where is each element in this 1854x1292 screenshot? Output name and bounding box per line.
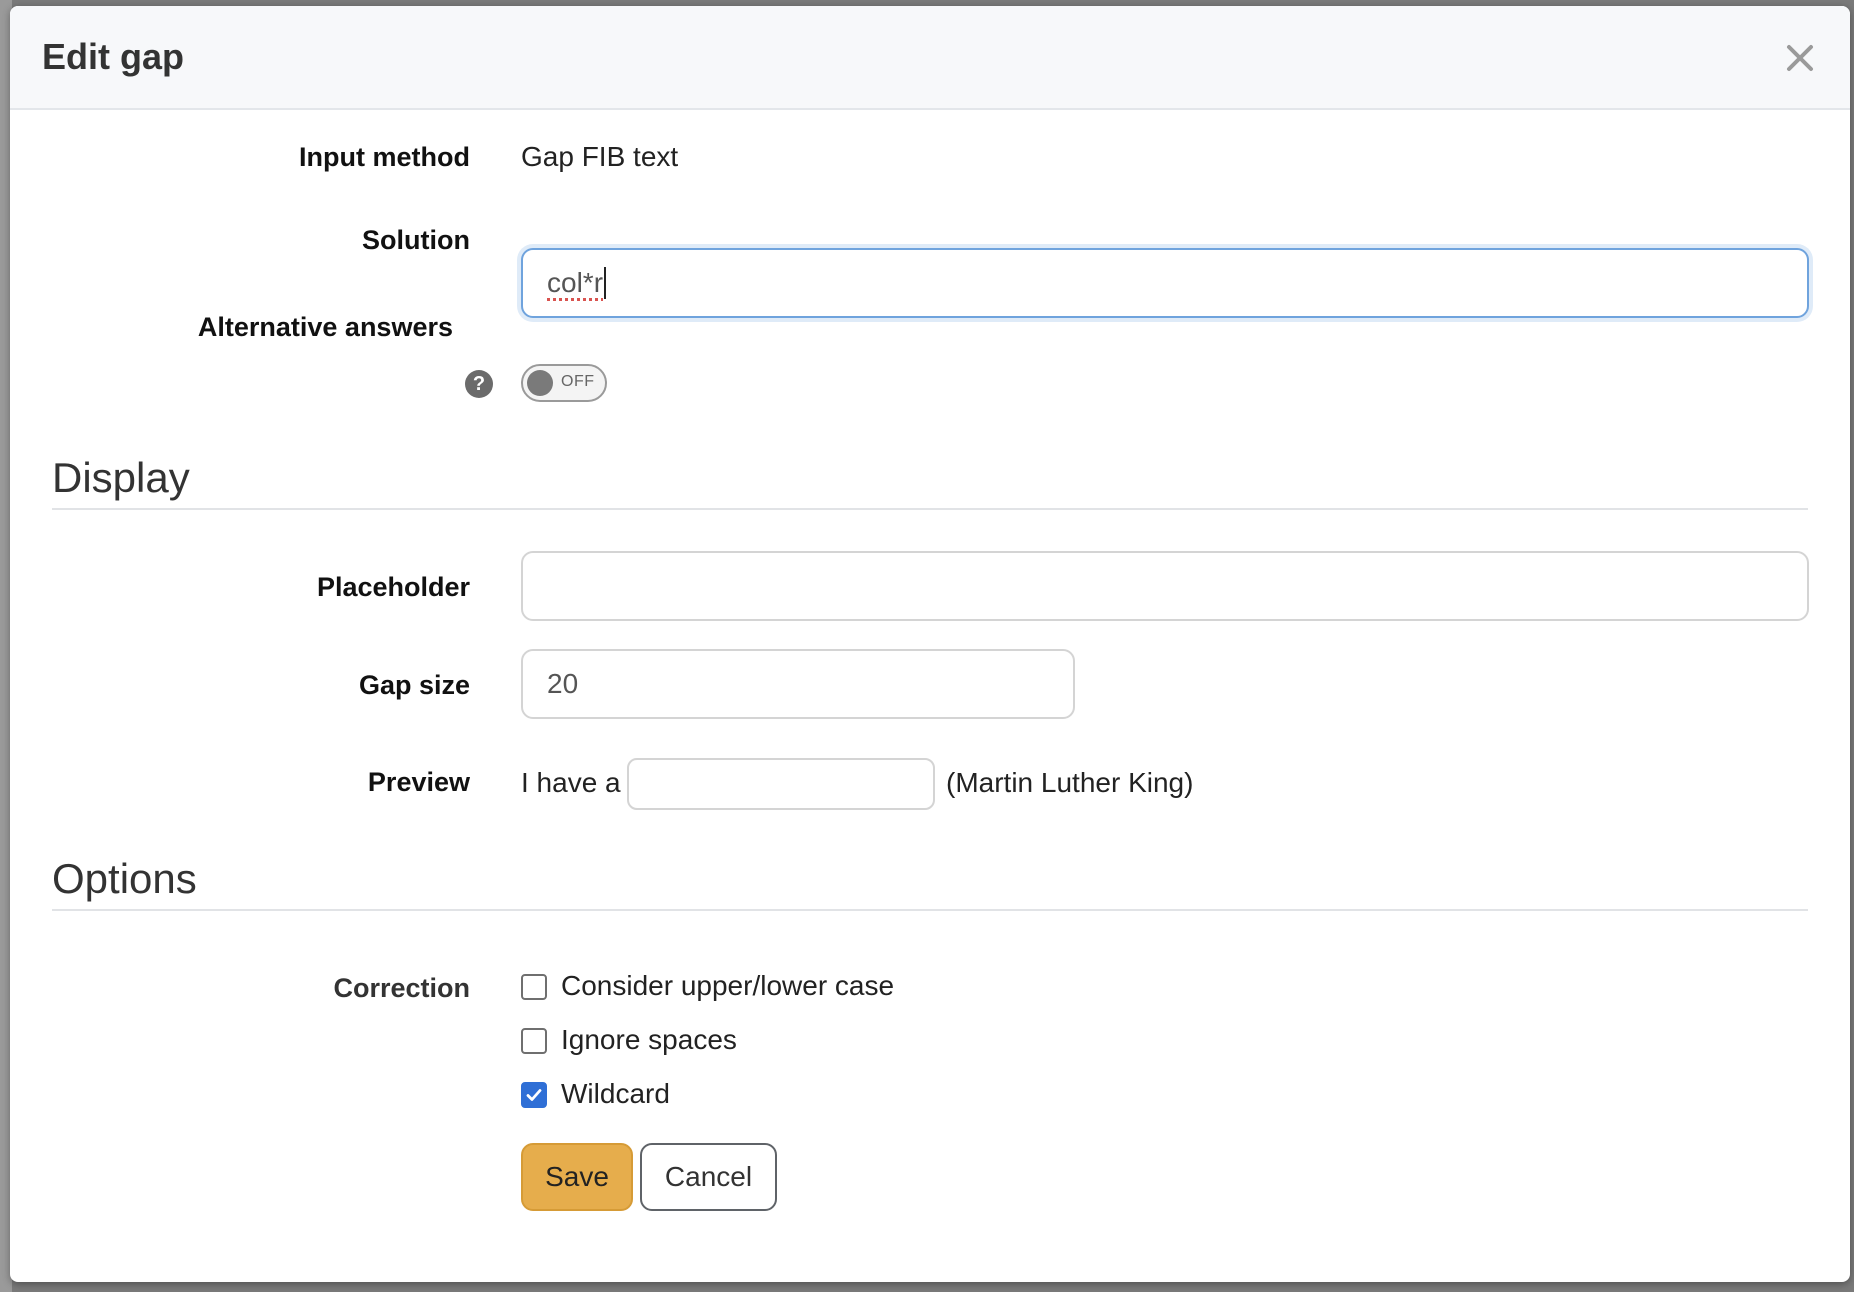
save-button[interactable]: Save: [521, 1143, 633, 1211]
toggle-knob: [527, 370, 553, 396]
close-button[interactable]: [1780, 38, 1820, 78]
checkmark-icon: [526, 1089, 542, 1101]
dialog-title: Edit gap: [42, 36, 184, 77]
ignore-spaces-label[interactable]: Ignore spaces: [561, 1024, 737, 1056]
display-section-title: Display: [52, 454, 190, 501]
question-mark-icon[interactable]: ?: [465, 370, 493, 398]
ignore-spaces-checkbox[interactable]: [521, 1028, 547, 1054]
wildcard-checkbox[interactable]: [521, 1082, 547, 1108]
solution-label: Solution: [362, 225, 470, 255]
gap-size-input-value: 20: [547, 668, 579, 699]
preview-label: Preview: [367, 767, 470, 797]
placeholder-input[interactable]: [521, 551, 1809, 621]
close-icon: [1787, 45, 1813, 71]
preview-text-after: (Martin Luther King): [946, 767, 1194, 798]
input-method-label: Input method: [299, 142, 470, 172]
display-section-divider: [52, 508, 1808, 510]
input-method-value: Gap FIB text: [521, 141, 679, 172]
preview-gap-input[interactable]: [627, 758, 935, 810]
options-section-title: Options: [52, 855, 197, 902]
placeholder-label: Placeholder: [316, 572, 470, 602]
preview-text-before: I have a: [521, 767, 621, 798]
text-caret: [604, 267, 607, 299]
consider-case-checkbox[interactable]: [521, 974, 547, 1000]
alternative-answers-toggle[interactable]: OFF: [521, 364, 607, 402]
solution-input-value: col*r: [547, 267, 604, 298]
consider-case-label[interactable]: Consider upper/lower case: [561, 970, 894, 1002]
edit-gap-dialog: Edit gap Input method Gap FIB text Solut…: [10, 6, 1850, 1282]
gap-size-input[interactable]: 20: [521, 649, 1075, 719]
wildcard-label[interactable]: Wildcard: [561, 1078, 670, 1110]
dialog-header: Edit gap: [10, 6, 1850, 110]
gap-size-label: Gap size: [358, 670, 470, 700]
alternative-answers-label: Alternative answers: [197, 312, 453, 342]
correction-label: Correction: [333, 973, 470, 1003]
cancel-button[interactable]: Cancel: [640, 1143, 777, 1211]
options-section-divider: [52, 909, 1808, 911]
solution-input[interactable]: col*r: [521, 248, 1809, 318]
toggle-state-text: OFF: [561, 373, 595, 390]
